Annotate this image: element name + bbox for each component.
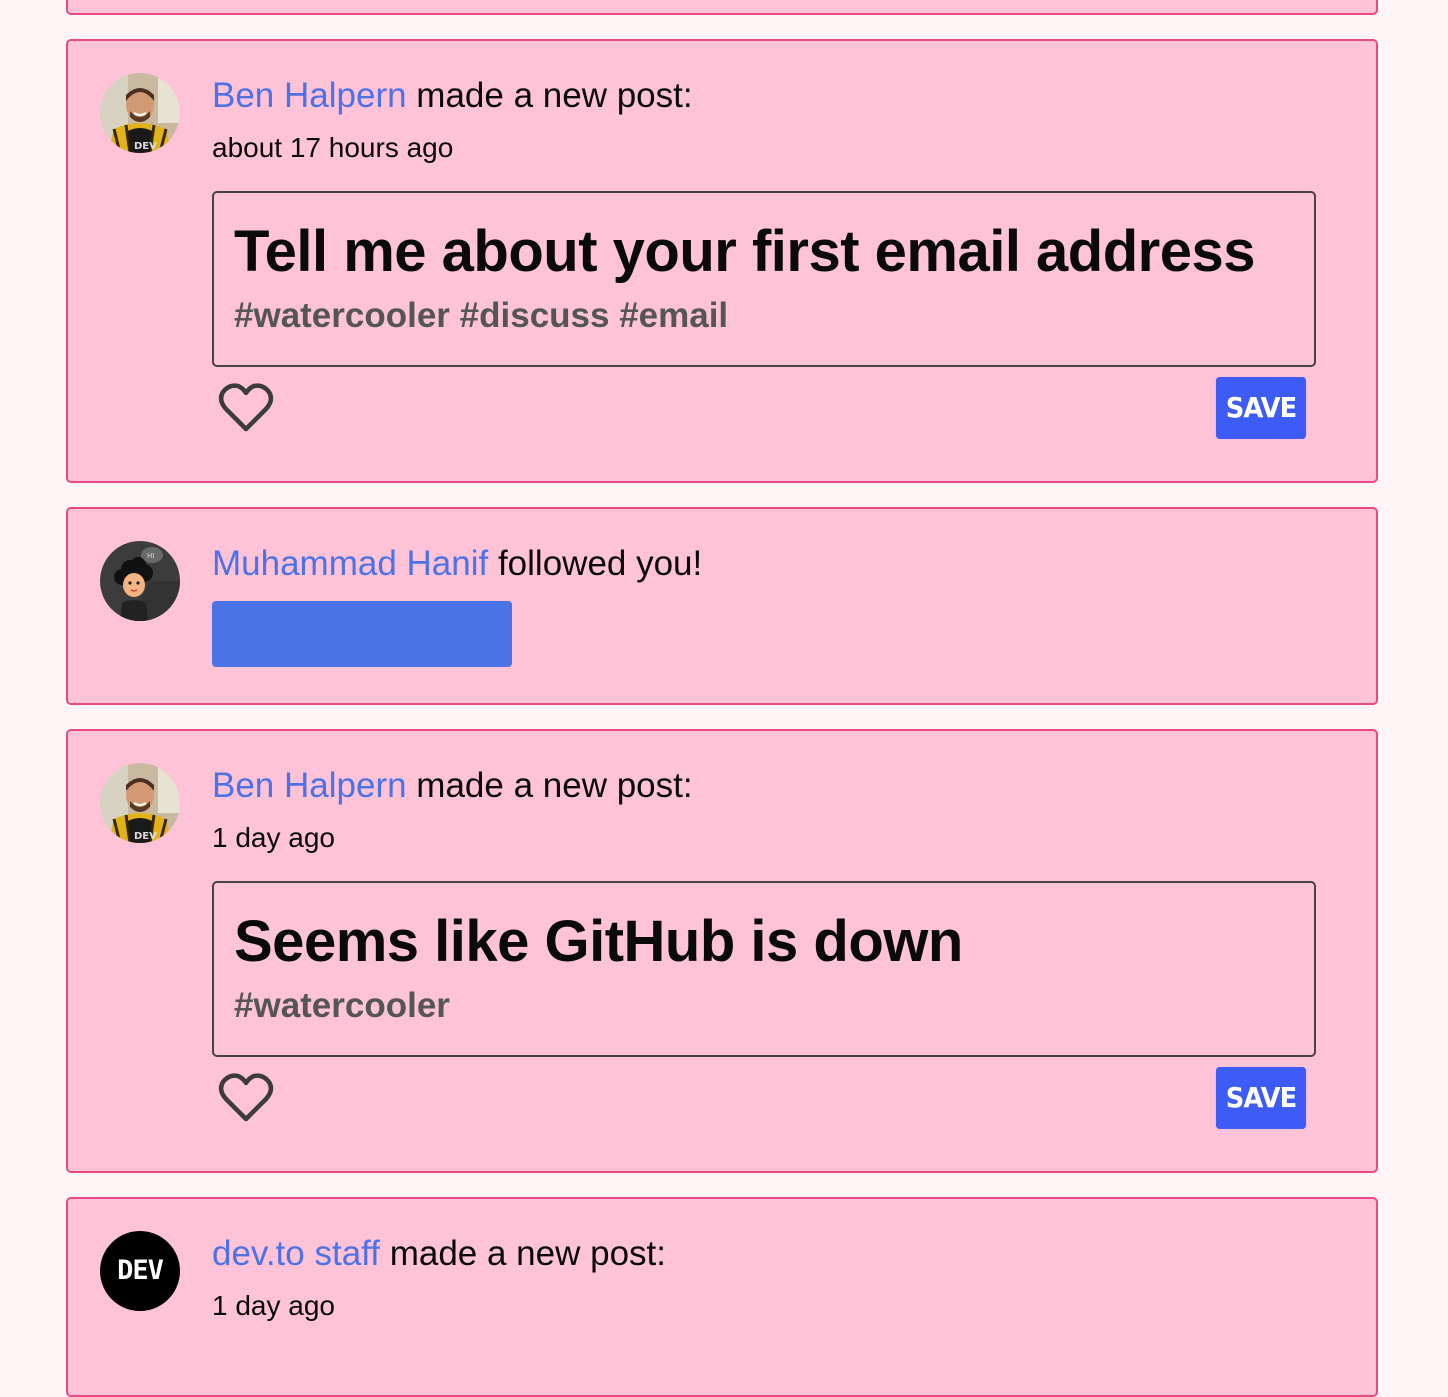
post-tags: #watercooler: [234, 986, 450, 1025]
avatar[interactable]: HI: [100, 541, 180, 621]
heart-icon[interactable]: [218, 381, 274, 433]
timestamp: 1 day ago: [212, 822, 335, 853]
notification-card: HI Muhammad Hanif followed you!: [66, 507, 1378, 705]
post-title[interactable]: Tell me about your first email address: [234, 219, 1256, 285]
action-text: followed you!: [488, 544, 703, 583]
notification-headline: Ben Halpern made a new post:: [212, 75, 693, 117]
notification-card-partial-top: [66, 0, 1378, 15]
notification-headline: Ben Halpern made a new post:: [212, 765, 693, 807]
action-text: made a new post:: [406, 766, 693, 805]
follow-button[interactable]: [212, 601, 512, 667]
post-preview[interactable]: Tell me about your first email address #…: [212, 191, 1316, 367]
svg-text:DEV: DEV: [134, 831, 157, 842]
save-button[interactable]: SAVE: [1215, 377, 1307, 439]
timestamp: 1 day ago: [212, 1290, 335, 1321]
notification-card: DEV dev.to staff made a new post: 1 day …: [66, 1197, 1378, 1397]
notification-card: DEV Ben Halpern made a new post: about 1…: [66, 39, 1378, 483]
notification-headline: dev.to staff made a new post:: [212, 1233, 666, 1275]
dev-logo-avatar[interactable]: DEV: [100, 1231, 180, 1311]
action-text: made a new post:: [406, 76, 693, 115]
post-title[interactable]: Seems like GitHub is down: [234, 909, 963, 975]
notification-card: DEV Ben Halpern made a new post: 1 day a…: [66, 729, 1378, 1173]
avatar[interactable]: DEV: [100, 73, 180, 153]
avatar[interactable]: DEV: [100, 763, 180, 843]
notification-headline: Muhammad Hanif followed you!: [212, 543, 702, 585]
author-link[interactable]: Ben Halpern: [212, 76, 407, 115]
action-text: made a new post:: [379, 1234, 666, 1273]
author-link[interactable]: Muhammad Hanif: [212, 544, 488, 583]
post-preview[interactable]: Seems like GitHub is down #watercooler: [212, 881, 1316, 1057]
author-link[interactable]: dev.to staff: [212, 1234, 380, 1273]
author-link[interactable]: Ben Halpern: [212, 766, 407, 805]
svg-text:HI: HI: [147, 552, 154, 560]
avatar-text: DEV: [117, 1255, 164, 1286]
timestamp: about 17 hours ago: [212, 132, 454, 163]
heart-icon[interactable]: [218, 1071, 274, 1123]
save-button[interactable]: SAVE: [1215, 1067, 1307, 1129]
svg-text:DEV: DEV: [134, 141, 157, 152]
post-tags: #watercooler #discuss #email: [234, 296, 729, 335]
